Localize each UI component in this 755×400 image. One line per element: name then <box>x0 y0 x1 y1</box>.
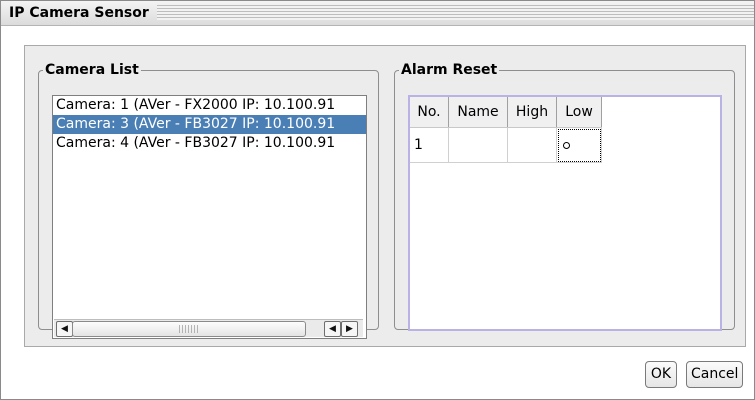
title-bar[interactable]: IP Camera Sensor <box>1 1 754 26</box>
cell-no[interactable]: 1 <box>410 127 449 163</box>
alarm-reset-legend: Alarm Reset <box>401 62 498 78</box>
scroll-left-button[interactable]: ◀ <box>56 321 73 337</box>
grip-icon <box>179 325 199 333</box>
scroll-left-button-2[interactable]: ◀ <box>324 321 341 337</box>
dialog-window: IP Camera Sensor Camera List Camera: 1 (… <box>0 0 755 400</box>
list-item-selected[interactable]: Camera: 3 (AVer - FB3027 IP: 10.100.91 <box>53 115 366 134</box>
window-title: IP Camera Sensor <box>1 1 157 25</box>
arrow-right-icon: ▶ <box>346 324 353 334</box>
camera-list-legend: Camera List <box>45 62 139 78</box>
cell-name[interactable] <box>448 127 508 163</box>
alarm-reset-group: Alarm Reset No. Name High Low 1 <box>394 62 735 331</box>
cancel-button[interactable]: Cancel <box>686 361 743 388</box>
column-header-no[interactable]: No. <box>410 97 449 128</box>
alarm-table: No. Name High Low 1 <box>410 97 602 163</box>
camera-list-group: Camera List Camera: 1 (AVer - FX2000 IP:… <box>38 62 379 339</box>
radio-unchecked-icon[interactable] <box>563 141 570 149</box>
column-header-name[interactable]: Name <box>448 97 508 128</box>
camera-listbox[interactable]: Camera: 1 (AVer - FX2000 IP: 10.100.91 C… <box>52 95 367 339</box>
cell-low[interactable] <box>556 127 602 163</box>
column-header-low[interactable]: Low <box>556 97 602 128</box>
table-header-row: No. Name High Low <box>410 97 602 128</box>
horizontal-scrollbar[interactable]: ◀ ◀ ▶ <box>54 319 363 337</box>
cell-high[interactable] <box>507 127 557 163</box>
table-row[interactable]: 1 <box>410 127 602 163</box>
alarm-table-container: No. Name High Low 1 <box>408 95 722 331</box>
list-item[interactable]: Camera: 1 (AVer - FX2000 IP: 10.100.91 <box>53 96 366 115</box>
scrollbar-thumb[interactable] <box>72 321 306 337</box>
column-header-high[interactable]: High <box>507 97 557 128</box>
arrow-left-icon: ◀ <box>61 324 68 334</box>
ok-button[interactable]: OK <box>645 361 677 388</box>
list-item[interactable]: Camera: 4 (AVer - FB3027 IP: 10.100.91 <box>53 134 366 153</box>
scroll-right-button[interactable]: ▶ <box>341 321 358 337</box>
content-panel: Camera List Camera: 1 (AVer - FX2000 IP:… <box>24 45 746 347</box>
arrow-left-icon: ◀ <box>329 324 336 334</box>
